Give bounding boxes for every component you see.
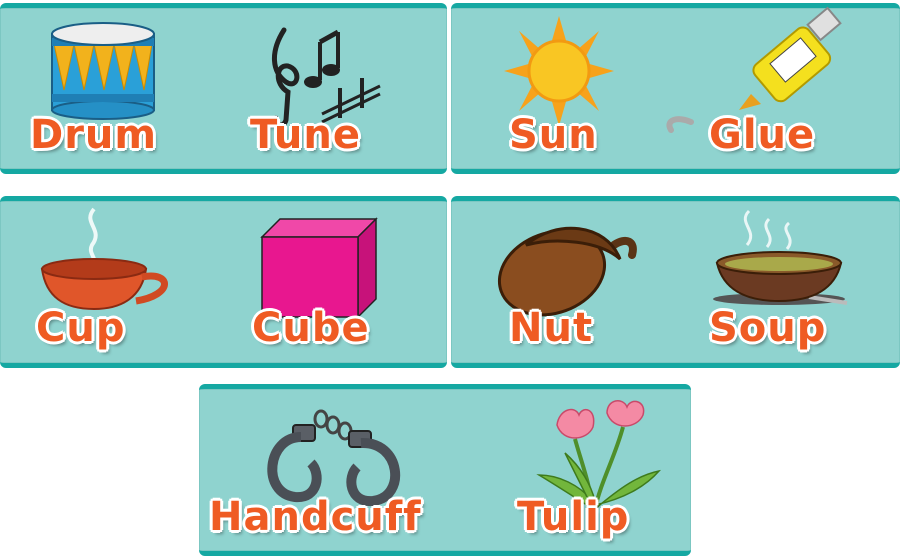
word-cup: Cup: [36, 305, 126, 351]
word-card-drum-tune: Drum Tune: [0, 3, 447, 174]
acorn-icon: [496, 215, 646, 317]
word-nut: Nut: [509, 305, 594, 351]
word-sun: Sun: [509, 112, 598, 158]
handcuffs-icon: [261, 407, 411, 507]
word-glue: Glue: [709, 112, 816, 158]
word-card-sun-glue: Sun Glue: [451, 3, 900, 174]
word-card-nut-soup: Nut Soup: [451, 196, 900, 368]
soup-bowl-icon: [709, 209, 849, 309]
cube-icon: [258, 217, 378, 319]
drum-icon: [48, 20, 158, 120]
word-tune: Tune: [250, 112, 361, 158]
word-soup: Soup: [709, 305, 827, 351]
word-card-handcuff-tulip: Handcuff Tulip: [199, 384, 691, 556]
sun-icon: [499, 16, 619, 126]
word-drum: Drum: [30, 112, 158, 158]
word-handcuff: Handcuff: [209, 494, 422, 540]
word-tulip: Tulip: [517, 494, 630, 540]
word-card-cup-cube: Cup Cube: [0, 196, 447, 368]
cup-icon: [38, 205, 178, 313]
word-cube: Cube: [252, 305, 370, 351]
